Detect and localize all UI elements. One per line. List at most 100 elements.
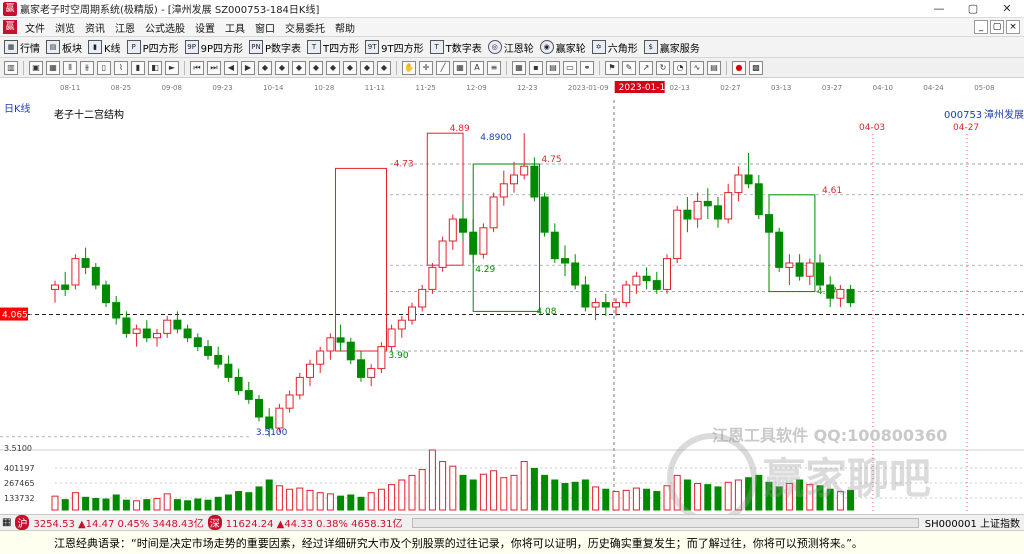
bars-icon[interactable]: ⫴ [63,60,77,75]
menu-info[interactable]: 资讯 [80,20,110,35]
menu-help[interactable]: 帮助 [330,20,360,35]
volume-icon[interactable]: ▮ [131,60,145,75]
toolbar-kline-button[interactable]: ▮ K线 [88,40,121,55]
table-view-icon[interactable]: ▤ [707,60,721,75]
candle-body [224,363,233,378]
toolbar-9p-square-button[interactable]: 9P 9P四方形 [184,40,243,55]
crosshair-icon[interactable]: ✛ [419,60,433,75]
flag-icon[interactable]: ⚑ [605,60,619,75]
toolbar-hexagon-button[interactable]: ✡ 六角形 [591,40,638,55]
volume-bar [122,499,130,511]
diamond-icon[interactable]: ◆ [360,60,374,75]
play-icon[interactable]: ► [165,60,179,75]
volume-axis-label: 267465 [4,479,35,488]
layout-icon[interactable]: ▥ [4,60,18,75]
menu-window[interactable]: 窗口 [250,20,280,35]
adjust-icon[interactable]: ◧ [148,60,162,75]
chart-area[interactable]: 08-11 08-25 09-08 09-23 10-14 10-28 11-11 11-25… [0,78,1024,523]
cycle-icon[interactable]: ↻ [656,60,670,75]
diamond-icon[interactable]: ◆ [292,60,306,75]
index2-text: 11624.24 ▲44.33 0.38% 4658.31亿 [225,519,403,530]
candles-icon[interactable]: ▯ [97,60,111,75]
link-icon[interactable]: ⚭ [580,60,594,75]
candle-body [724,192,733,220]
index2-badge: 深 [207,515,222,530]
volume-bar [469,479,477,511]
toolbar-winner-wheel-button[interactable]: ◉ 赢家轮 [539,40,586,55]
volume-bar [347,494,355,511]
index1-badge: 沪 [15,515,30,530]
color-wheel-icon[interactable]: ● [732,60,746,75]
bars-alt-icon[interactable]: ⫵ [80,60,94,75]
toolbar-t-square-button[interactable]: T T四方形 [307,40,359,55]
fib-icon[interactable]: ≡ [487,60,501,75]
kline-chart[interactable]: 08-11 08-25 09-08 09-23 10-14 10-28 11-11 11-25… [0,78,1024,523]
trend-icon[interactable]: ↗ [639,60,653,75]
mdi-restore-button[interactable]: ▢ [990,20,1004,34]
maximize-button[interactable]: ▢ [956,0,990,18]
close-button[interactable]: ✕ [990,0,1024,18]
toolbar-t-table-button[interactable]: T T数字表 [429,40,482,55]
toolbar-quotes-button[interactable]: ▦ 行情 [4,40,40,55]
axis-low-label: 3.5100 [4,444,32,453]
wave-icon[interactable]: ∿ [690,60,704,75]
toolbar-p-square-button[interactable]: P P四方形 [126,40,179,55]
menu-tools[interactable]: 工具 [220,20,250,35]
volume-bar [388,484,396,511]
candle-body [601,302,610,308]
mdi-close-button[interactable]: × [1006,20,1020,34]
date-label: 04-10 [873,84,893,92]
menu-settings[interactable]: 设置 [190,20,220,35]
last-icon[interactable]: ⏭ [207,60,221,75]
diamond-icon[interactable]: ◆ [258,60,272,75]
calendar-icon[interactable]: ▦ [46,60,60,75]
text-tool-icon[interactable]: A [470,60,484,75]
grid-status-icon[interactable]: ▦ [2,517,11,528]
prev-icon[interactable]: ◀ [224,60,238,75]
line-chart-icon[interactable]: ⌇ [114,60,128,75]
candle-body [142,328,151,339]
save-icon[interactable]: ▪ [529,60,543,75]
menu-file[interactable]: 文件 [20,20,50,35]
first-icon[interactable]: ⏮ [190,60,204,75]
palette-icon[interactable]: ▩ [749,60,763,75]
table-icon[interactable]: ▤ [546,60,560,75]
toolbar-9t-square-button[interactable]: 9T 9T四方形 [365,40,424,55]
menu-browse[interactable]: 浏览 [50,20,80,35]
mdi-minimize-button[interactable]: _ [974,20,988,34]
menu-gann[interactable]: 江恩 [110,20,140,35]
date-label: 2023-01-09 [568,84,609,92]
diamond-icon[interactable]: ◆ [377,60,391,75]
candle-body [540,196,549,233]
candle-body [316,350,325,365]
date-label: 05-08 [974,84,994,92]
grid-tool-icon[interactable]: ▦ [453,60,467,75]
toolbar-service-button[interactable]: $ 赢家服务 [643,40,700,55]
menu-formula[interactable]: 公式选股 [140,20,190,35]
toolbar-p-table-button[interactable]: PN P数字表 [249,40,301,55]
chart-type-icon[interactable]: ▣ [29,60,43,75]
index-selector[interactable]: SH000001 上证指数 [925,515,1020,530]
menu-trade[interactable]: 交易委托 [280,20,330,35]
diamond-icon[interactable]: ◆ [275,60,289,75]
price-label: 4.89 [450,124,470,134]
volume-bar [173,499,181,511]
draw-icon[interactable]: ✎ [622,60,636,75]
candle-body [102,284,110,304]
horizontal-scrollbar[interactable] [412,517,919,528]
window-icon[interactable]: ▭ [563,60,577,75]
sector-icon[interactable]: ◔ [673,60,687,75]
volume-bar [316,492,324,511]
diamond-icon[interactable]: ◆ [326,60,340,75]
draw-line-icon[interactable]: ╱ [436,60,450,75]
grid-view-icon[interactable]: ▦ [512,60,526,75]
hand-icon[interactable]: ✋ [402,60,416,75]
toolbar-sectors-button[interactable]: ▤ 板块 [46,40,82,55]
next-icon[interactable]: ▶ [241,60,255,75]
volume-bar [592,486,600,511]
minimize-button[interactable]: — [922,0,956,18]
toolbar-gann-wheel-button[interactable]: ◎ 江恩轮 [487,40,534,55]
price-label: 4.61 [822,186,842,196]
diamond-icon[interactable]: ◆ [343,60,357,75]
diamond-icon[interactable]: ◆ [309,60,323,75]
